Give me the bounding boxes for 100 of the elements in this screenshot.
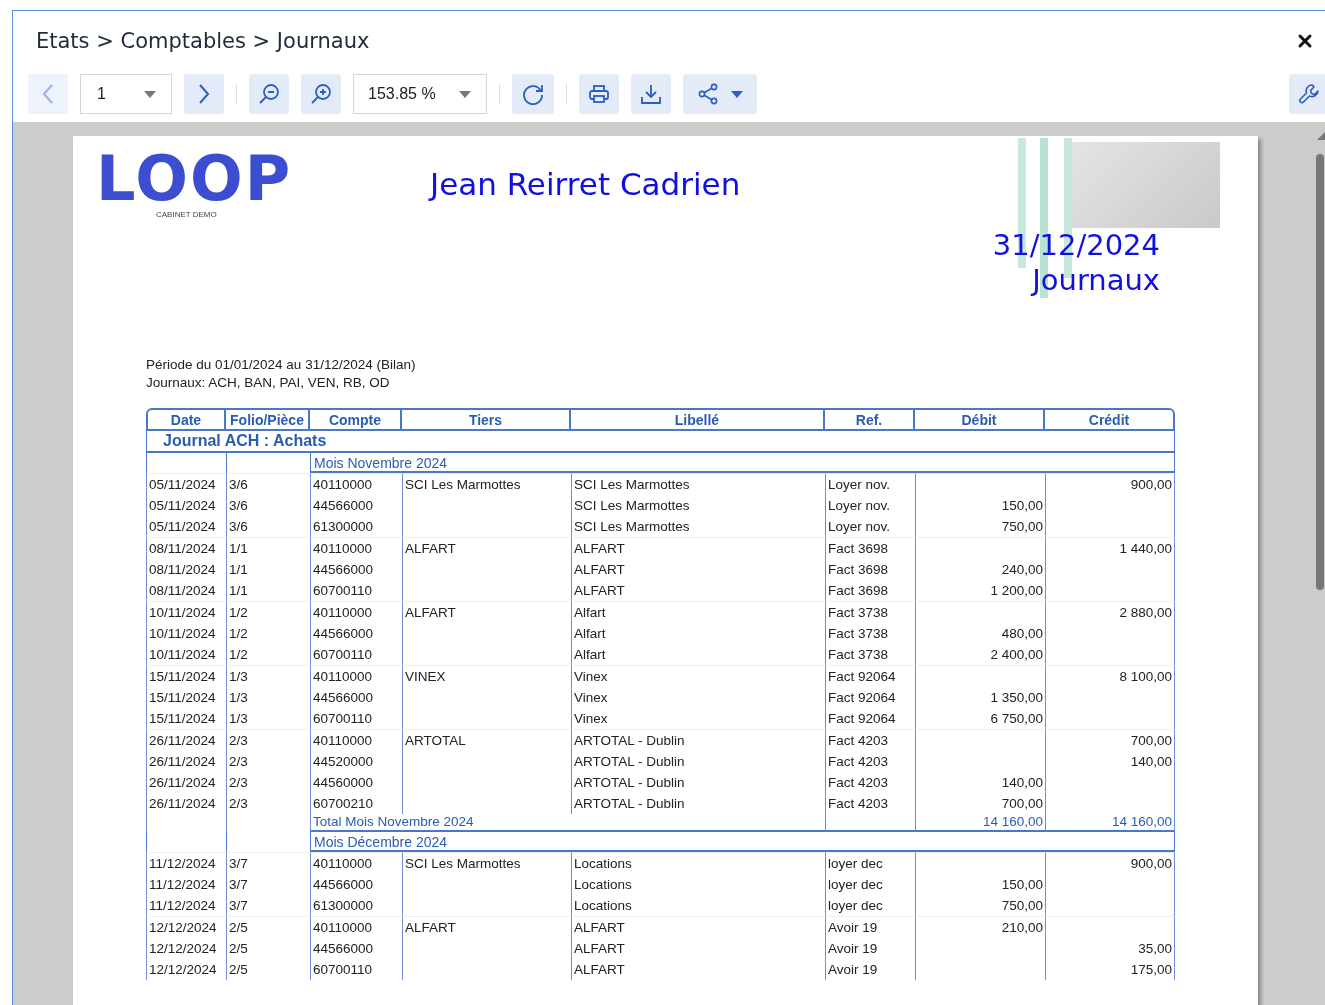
- folio-cell: 2/3: [229, 775, 248, 790]
- close-button[interactable]: [1297, 33, 1313, 49]
- debit-cell: 240,00: [1001, 562, 1043, 577]
- account-cell: 60700110: [313, 647, 373, 662]
- zoom-select[interactable]: 153.85 %: [353, 74, 487, 114]
- print-button[interactable]: [579, 74, 619, 114]
- label-cell: ALFART: [574, 541, 625, 556]
- credit-cell: 900,00: [1130, 856, 1172, 871]
- account-cell: 44566000: [313, 626, 374, 641]
- page-select[interactable]: 1: [80, 74, 172, 114]
- reference-cell: Fact 3698: [828, 541, 889, 556]
- reference-cell: Fact 92064: [828, 669, 896, 684]
- reference-cell: Avoir 19: [828, 920, 878, 935]
- debit-cell: 700,00: [1001, 796, 1043, 811]
- credit-cell: 35,00: [1138, 941, 1172, 956]
- debit-cell: 150,00: [1001, 877, 1043, 892]
- reference-cell: Fact 3698: [828, 562, 889, 577]
- settings-button[interactable]: [1289, 74, 1325, 114]
- date-cell: 05/11/2024: [149, 519, 216, 534]
- date-cell: 08/11/2024: [149, 562, 216, 577]
- date-cell: 26/11/2024: [149, 733, 216, 748]
- credit-cell: 900,00: [1130, 477, 1172, 492]
- credit-cell: 175,00: [1130, 962, 1172, 977]
- folio-cell: 3/7: [229, 856, 248, 871]
- label-cell: Vinex: [574, 711, 608, 726]
- third-party-cell: ARTOTAL: [405, 733, 466, 748]
- date-cell: 10/11/2024: [149, 605, 216, 620]
- reference-cell: Fact 3738: [828, 647, 889, 662]
- reference-cell: Avoir 19: [828, 962, 878, 977]
- folio-cell: 2/3: [229, 796, 248, 811]
- credit-cell: 2 880,00: [1119, 605, 1172, 620]
- label-cell: Alfart: [574, 626, 606, 641]
- folio-cell: 1/3: [229, 690, 248, 705]
- scrollbar-thumb[interactable]: [1316, 154, 1324, 590]
- folio-cell: 3/7: [229, 877, 248, 892]
- download-icon: [640, 83, 662, 105]
- debit-cell: 750,00: [1001, 519, 1043, 534]
- reference-cell: Fact 4203: [828, 796, 889, 811]
- date-cell: 08/11/2024: [149, 583, 216, 598]
- third-party-cell: SCI Les Marmottes: [405, 477, 521, 492]
- total-credit: 14 160,00: [1111, 814, 1172, 829]
- scroll-up-arrow-icon: [1315, 132, 1325, 140]
- label-cell: ARTOTAL - Dublin: [574, 733, 685, 748]
- refresh-button[interactable]: [512, 74, 554, 114]
- reference-cell: Loyer nov.: [828, 498, 891, 513]
- debit-cell: 150,00: [1001, 498, 1043, 513]
- account-cell: 60700110: [313, 962, 373, 977]
- credit-cell: 700,00: [1130, 733, 1172, 748]
- label-cell: Locations: [574, 877, 632, 892]
- debit-cell: 1 200,00: [990, 583, 1043, 598]
- column-header: Débit: [915, 408, 1045, 431]
- zoom-out-icon: [258, 83, 280, 105]
- folio-cell: 1/2: [229, 605, 248, 620]
- date-cell: 12/12/2024: [149, 920, 217, 935]
- debit-cell: 1 350,00: [990, 690, 1043, 705]
- date-cell: 12/12/2024: [149, 941, 217, 956]
- label-cell: ALFART: [574, 920, 625, 935]
- reference-cell: Fact 3738: [828, 626, 889, 641]
- zoom-out-button[interactable]: [249, 74, 289, 114]
- journal-title: Journal ACH : Achats: [146, 431, 1175, 453]
- date-cell: 15/11/2024: [149, 690, 216, 705]
- account-cell: 44566000: [313, 690, 374, 705]
- label-cell: ARTOTAL - Dublin: [574, 775, 685, 790]
- logo-subtitle: CABINET DEMO: [156, 210, 218, 219]
- month-total-label: Total Mois Novembre 2024: [313, 814, 474, 829]
- reference-cell: Fact 3698: [828, 583, 889, 598]
- date-cell: 11/12/2024: [149, 856, 216, 871]
- reference-cell: Loyer nov.: [828, 519, 891, 534]
- reference-cell: Avoir 19: [828, 941, 878, 956]
- reference-cell: loyer dec: [828, 898, 883, 913]
- share-button[interactable]: [683, 74, 757, 114]
- folio-cell: 1/2: [229, 647, 248, 662]
- label-cell: ARTOTAL - Dublin: [574, 754, 685, 769]
- label-cell: ARTOTAL - Dublin: [574, 796, 685, 811]
- account-cell: 40110000: [313, 605, 373, 620]
- date-cell: 12/12/2024: [149, 962, 217, 977]
- credit-cell: 140,00: [1130, 754, 1172, 769]
- download-button[interactable]: [631, 74, 671, 114]
- share-icon: [697, 83, 719, 105]
- account-cell: 60700210: [313, 796, 374, 811]
- credit-cell: 1 440,00: [1119, 541, 1172, 556]
- date-cell: 15/11/2024: [149, 711, 216, 726]
- label-cell: ALFART: [574, 583, 625, 598]
- chevron-right-icon: [198, 83, 210, 105]
- caret-down-icon: [144, 90, 156, 98]
- account-cell: 44560000: [313, 775, 374, 790]
- date-cell: 05/11/2024: [149, 498, 216, 513]
- window-title: Etats > Comptables > Journaux: [36, 29, 370, 53]
- chevron-left-icon: [42, 83, 54, 105]
- label-cell: Alfart: [574, 647, 606, 662]
- report-title: Journaux: [1029, 263, 1160, 298]
- next-page-button[interactable]: [184, 74, 224, 114]
- zoom-in-button[interactable]: [301, 74, 341, 114]
- label-cell: ALFART: [574, 962, 625, 977]
- credit-cell: 8 100,00: [1119, 669, 1172, 684]
- column-header: Date: [146, 408, 226, 431]
- folio-cell: 2/3: [229, 754, 248, 769]
- label-cell: Alfart: [574, 605, 606, 620]
- account-cell: 40110000: [313, 477, 373, 492]
- account-cell: 44566000: [313, 562, 374, 577]
